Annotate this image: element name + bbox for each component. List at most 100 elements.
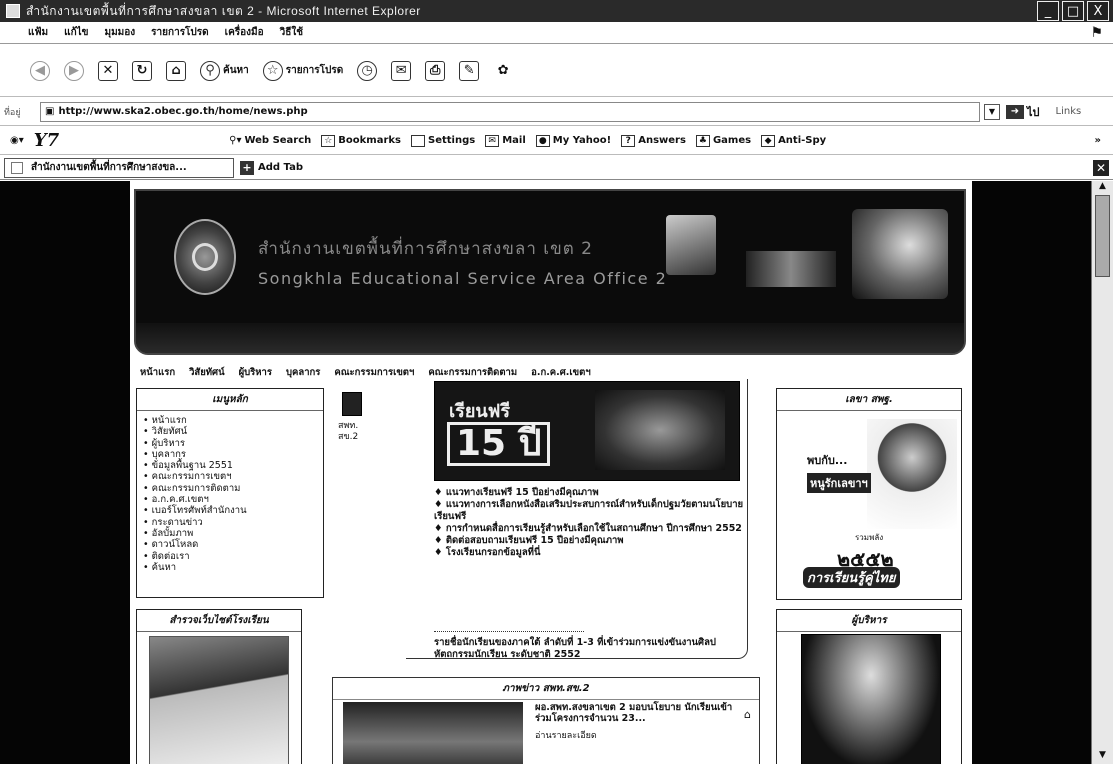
read-more-link[interactable]: อ่านรายละเอียด (535, 728, 597, 742)
center-link-text: การกำหนดสื่อการเรียนรู้สำหรับเลือกใช้ในส… (445, 523, 742, 534)
menu-item-board[interactable]: กระดานข่าว (143, 517, 317, 528)
my-yahoo-label: My Yahoo! (552, 135, 612, 146)
center-link-text: แนวทางเรียนฟรี 15 ปีอย่างมีคุณภาพ (445, 487, 599, 498)
menu-item-basic-data[interactable]: ข้อมูลพื้นฐาน 2551 (143, 460, 317, 471)
center-link-text: ติดต่อสอบถามเรียนฟรี 15 ปีอย่างมีคุณภาพ (445, 535, 624, 546)
school-website-screenshot[interactable] (149, 636, 289, 764)
refresh-button[interactable]: ↻ (132, 60, 152, 81)
stop-button[interactable]: ✕ (98, 60, 118, 81)
menu-item-monitoring[interactable]: คณะกรรมการติดตาม (143, 483, 317, 494)
center-content: เรียนฟรี 15 ปี ♦ แนวทางเรียนฟรี 15 ปีอย่… (406, 379, 748, 661)
obec-secretary-heading: เลขา สพฐ. (777, 389, 961, 411)
menu-view[interactable]: มุมมอง (105, 25, 136, 40)
favorites-button[interactable]: ☆ รายการโปรด (262, 60, 343, 81)
mail-button[interactable]: ✉ (391, 60, 412, 81)
browser-viewport: สำนักงานเขตพื้นที่การศึกษาสงขลา เขต 2 So… (0, 181, 1113, 764)
site-banner: สำนักงานเขตพื้นที่การศึกษาสงขลา เขต 2 So… (134, 189, 966, 355)
nav-monitoring-committee[interactable]: คณะกรรมการติดตาม (428, 365, 517, 380)
school-websites-heading: สำรวจเว็บไซต์โรงเรียน (137, 610, 301, 632)
close-tab-icon[interactable]: ✕ (1093, 160, 1109, 176)
news-headline[interactable]: ผอ.สพท.สงขลาเขต 2 มอบนโยบาย นักเรียนเข้า… (535, 702, 745, 724)
center-link[interactable]: ♦ แนวทางการเลือกหนังสือเสริมประสบการณ์สำ… (434, 499, 746, 523)
anti-spy-button[interactable]: ◆ Anti-Spy (761, 134, 826, 147)
go-button[interactable]: ➜ ไป (1006, 103, 1040, 121)
vertical-scrollbar[interactable]: ▲ ▼ (1091, 181, 1113, 764)
answers-button[interactable]: ? Answers (621, 134, 686, 147)
menu-item-home[interactable]: หน้าแรก (143, 415, 317, 426)
menu-item-committee[interactable]: คณะกรรมการเขตฯ (143, 471, 317, 482)
maximize-button[interactable]: □ (1062, 1, 1084, 21)
messenger-button[interactable]: ✿ (493, 61, 513, 81)
menu-item-phone[interactable]: เบอร์โทรศัพท์สำนักงาน (143, 505, 317, 516)
nav-akks[interactable]: อ.ก.ค.ศ.เขตฯ (531, 365, 591, 380)
menu-item-vision[interactable]: วิสัยทัศน์ (143, 426, 317, 437)
scroll-down-icon[interactable]: ▼ (1095, 750, 1110, 762)
center-link-text: แนวทางการเลือกหนังสือเสริมประสบการณ์สำหร… (434, 499, 744, 522)
menu-tools[interactable]: เครื่องมือ (225, 25, 264, 40)
nav-vision[interactable]: วิสัยทัศน์ (189, 365, 225, 380)
menu-item-akks[interactable]: อ.ก.ค.ศ.เขตฯ (143, 494, 317, 505)
menu-bar: แฟ้ม แก้ไข มุมมอง รายการโปรด เครื่องมือ … (0, 22, 1113, 44)
ie-app-icon (6, 4, 20, 18)
search-label: ค้นหา (223, 65, 249, 76)
home-button[interactable]: ⌂ (166, 60, 186, 81)
menu-edit[interactable]: แก้ไข (64, 25, 88, 40)
menu-item-search[interactable]: ค้นหา (143, 562, 317, 573)
bookmark-icon: ☆ (321, 134, 336, 147)
address-input[interactable]: ▣ http://www.ska2.obec.go.th/home/news.p… (40, 101, 980, 122)
nav-executives[interactable]: ผู้บริหาร (239, 365, 272, 380)
executive-photo[interactable] (801, 634, 941, 764)
address-label: ที่อยู่ (4, 107, 21, 118)
news-icon: ⌂ (744, 708, 751, 721)
center-link[interactable]: ♦ แนวทางเรียนฟรี 15 ปีอย่างมีคุณภาพ (434, 487, 746, 499)
menu-item-personnel[interactable]: บุคลากร (143, 449, 317, 460)
games-button[interactable]: ♣ Games (695, 134, 751, 147)
back-button[interactable]: ◀ (30, 60, 50, 81)
secretary-portrait[interactable] (867, 419, 957, 529)
scroll-up-icon[interactable]: ▲ (1095, 181, 1110, 193)
home-icon: ⌂ (166, 60, 186, 81)
emblem-subtitle: การเรียนรู้คู่ไทย (803, 567, 900, 588)
bookmarks-button[interactable]: ☆ Bookmarks (321, 134, 401, 147)
search-button[interactable]: ⚲ ค้นหา (200, 60, 249, 81)
menu-item-download[interactable]: ดาวน์โหลด (143, 539, 317, 550)
yahoo-eye-icon[interactable]: ◉▾ (10, 135, 24, 146)
web-search-button[interactable]: ⚲▾ Web Search (229, 135, 311, 146)
edit-button[interactable]: ✎ (459, 60, 480, 81)
menu-item-contact[interactable]: ติดต่อเรา (143, 551, 317, 562)
tab-active[interactable]: สำนักงานเขตพื้นที่การศึกษาสงขล... (4, 157, 234, 178)
forward-button[interactable]: ▶ (64, 60, 84, 81)
nav-committee[interactable]: คณะกรรมการเขตฯ (334, 365, 414, 380)
nav-personnel[interactable]: บุคลากร (286, 365, 320, 380)
center-link[interactable]: ♦ การกำหนดสื่อการเรียนรู้สำหรับเลือกใช้ใ… (434, 523, 746, 535)
menu-file[interactable]: แฟ้ม (28, 25, 48, 40)
free-education-banner[interactable]: เรียนฟรี 15 ปี (434, 381, 740, 481)
center-link[interactable]: ♦ โรงเรียนกรอกข้อมูลที่นี่ (434, 547, 746, 559)
answers-icon: ? (621, 134, 636, 147)
news-photo[interactable] (343, 702, 523, 764)
award-link[interactable]: รายชื่อนักเรียนของภาคใต้ ลำดับที่ 1-3 ที… (434, 637, 746, 661)
divider (434, 631, 584, 632)
add-tab-button[interactable]: + Add Tab (240, 160, 303, 175)
center-link[interactable]: ♦ ติดต่อสอบถามเรียนฟรี 15 ปีอย่างมีคุณภา… (434, 535, 746, 547)
menu-help[interactable]: วิธีใช้ (280, 25, 303, 40)
history-button[interactable]: ◷ (357, 60, 378, 81)
menu-favorites[interactable]: รายการโปรด (151, 25, 208, 40)
more-chevron-icon[interactable]: » (1095, 135, 1101, 146)
links-button[interactable]: Links (1056, 106, 1082, 117)
scrollbar-thumb[interactable] (1095, 195, 1110, 277)
nav-home[interactable]: หน้าแรก (140, 365, 175, 380)
mail-button-yahoo[interactable]: ✉ Mail (485, 134, 526, 147)
print-button[interactable]: ⎙ (425, 60, 446, 81)
yahoo-logo[interactable]: Y7 (34, 130, 59, 151)
tab-favicon (11, 161, 23, 174)
learning-year-emblem[interactable]: รวมพลัง ๒๕๕๒ การเรียนรู้คู่ไทย (795, 531, 943, 591)
menu-item-executives[interactable]: ผู้บริหาร (143, 438, 317, 449)
address-dropdown-icon[interactable]: ▼ (984, 103, 1000, 120)
my-yahoo-button[interactable]: ● My Yahoo! (535, 134, 612, 147)
minimize-button[interactable]: _ (1037, 1, 1059, 21)
windows-flag-icon: ⚑ (1090, 25, 1103, 41)
menu-item-album[interactable]: อัลบั้มภาพ (143, 528, 317, 539)
close-button[interactable]: X (1087, 1, 1109, 21)
settings-button[interactable]: Settings (411, 134, 475, 147)
